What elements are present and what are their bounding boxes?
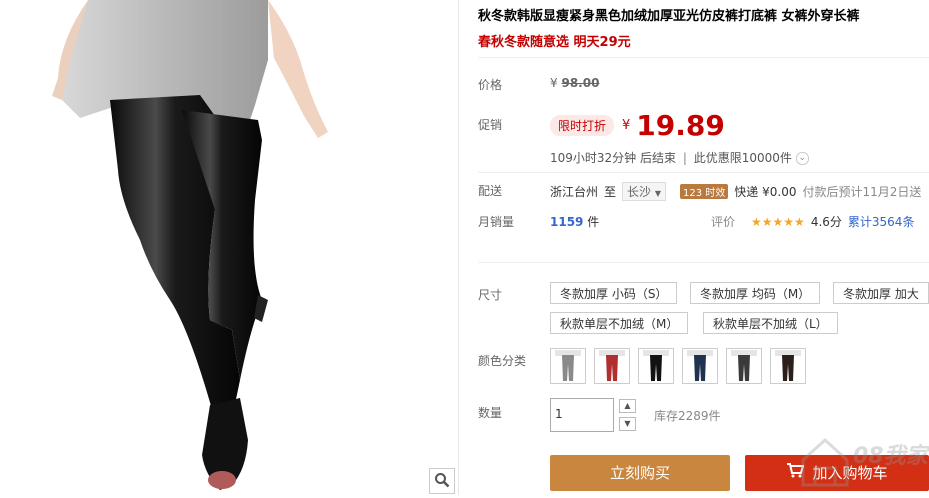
destination-select[interactable]: 长沙 ▼ <box>622 182 667 201</box>
product-info-panel: 秋冬款韩版显瘦紧身黑色加绒加厚亚光仿皮裤打底裤 女裤外穿长裤 春秋冬款随意选 明… <box>478 0 929 495</box>
swatch-thumbnail <box>775 350 801 381</box>
rating-score: 4.6分 <box>810 215 842 229</box>
sales-unit: 件 <box>587 215 600 229</box>
size-option[interactable]: 秋款单层不加绒（L） <box>703 312 838 334</box>
product-subtitle: 春秋冬款随意选 明天29元 <box>478 35 631 50</box>
decrease-button[interactable]: ▼ <box>619 417 636 431</box>
swatch-thumbnail <box>731 350 757 381</box>
shipping-row: 浙江台州 至 长沙 ▼ 123 时效 快递 ¥0.00 付款后预计11月2日送 <box>550 182 921 201</box>
caret-up-icon: ▲ <box>624 401 631 410</box>
promo-price-row: 限时打折 ¥ 19.89 <box>550 109 725 142</box>
divider <box>478 262 929 263</box>
increase-button[interactable]: ▲ <box>619 399 636 413</box>
buy-now-button[interactable]: 立刻购买 <box>550 455 730 491</box>
sales-label: 月销量 <box>478 215 515 229</box>
size-option[interactable]: 秋款单层不加绒（M） <box>550 312 689 334</box>
product-image-panel <box>0 0 458 495</box>
divider <box>478 172 929 173</box>
size-option[interactable]: 冬款加厚 均码（M） <box>690 282 821 304</box>
color-label: 颜色分类 <box>478 354 527 368</box>
currency-symbol: ¥ <box>622 118 631 133</box>
promo-limit: 此优惠限10000件 <box>693 151 792 165</box>
color-swatch[interactable] <box>638 348 674 384</box>
price-label: 价格 <box>478 78 503 92</box>
size-option[interactable]: 冬款加厚 小码（S） <box>550 282 678 304</box>
monthly-sales: 1159 件 <box>550 213 599 230</box>
swatch-thumbnail <box>687 350 713 381</box>
review-count-link[interactable]: 累计3564条 <box>848 213 915 230</box>
promo-countdown: 109小时32分钟 后结束 | 此优惠限10000件 ⌄ <box>550 149 809 166</box>
chevron-down-icon[interactable]: ⌄ <box>795 152 809 165</box>
original-price-value: 98.00 <box>561 76 600 90</box>
caret-down-icon: ▼ <box>654 189 662 198</box>
product-photo[interactable] <box>0 0 458 495</box>
ship-to-word: 至 <box>604 185 617 199</box>
swatch-thumbnail <box>599 350 625 381</box>
magnifier-icon <box>434 472 450 491</box>
ship-from: 浙江台州 <box>550 185 599 199</box>
swatch-thumbnail <box>643 350 669 381</box>
rating-row: 评价 ★★★★★ 4.6分 累计3564条 <box>711 213 914 230</box>
divider <box>478 57 929 58</box>
quantity-input[interactable]: 1 <box>550 398 614 432</box>
cart-icon <box>786 455 805 491</box>
zoom-button[interactable] <box>429 468 455 494</box>
countdown-text: 109小时32分钟 后结束 <box>550 151 676 165</box>
swatch-thumbnail <box>555 350 581 381</box>
shipping-method: 快递 ¥0.00 <box>734 185 797 199</box>
stock-count: 库存2289件 <box>654 409 721 423</box>
timeliness-badge: 123 时效 <box>680 184 729 199</box>
rating-stars: ★★★★★ <box>751 214 805 229</box>
promo-label: 促销 <box>478 118 503 132</box>
destination-value: 长沙 <box>627 185 652 199</box>
color-swatch[interactable] <box>550 348 586 384</box>
original-price: ¥ 98.00 <box>550 76 599 90</box>
add-to-cart-label: 加入购物车 <box>812 464 888 482</box>
quantity-label: 数量 <box>478 406 503 420</box>
color-swatch[interactable] <box>682 348 718 384</box>
size-option[interactable]: 冬款加厚 加大 <box>833 282 929 304</box>
promo-price: 19.89 <box>636 109 725 142</box>
divider <box>458 0 459 495</box>
add-to-cart-button[interactable]: 加入购物车 <box>745 455 929 491</box>
rating-label: 评价 <box>711 215 736 229</box>
product-title: 秋冬款韩版显瘦紧身黑色加绒加厚亚光仿皮裤打底裤 女裤外穿长裤 <box>478 9 860 24</box>
shipping-label: 配送 <box>478 184 503 198</box>
color-swatch[interactable] <box>726 348 762 384</box>
currency-symbol: ¥ <box>550 76 558 90</box>
caret-down-icon: ▼ <box>624 419 631 428</box>
color-swatch[interactable] <box>594 348 630 384</box>
sales-count: 1159 <box>550 215 584 229</box>
color-swatch[interactable] <box>770 348 806 384</box>
shipping-eta: 付款后预计11月2日送 <box>802 185 922 199</box>
limited-discount-tag: 限时打折 <box>550 115 615 136</box>
size-label: 尺寸 <box>478 288 503 302</box>
